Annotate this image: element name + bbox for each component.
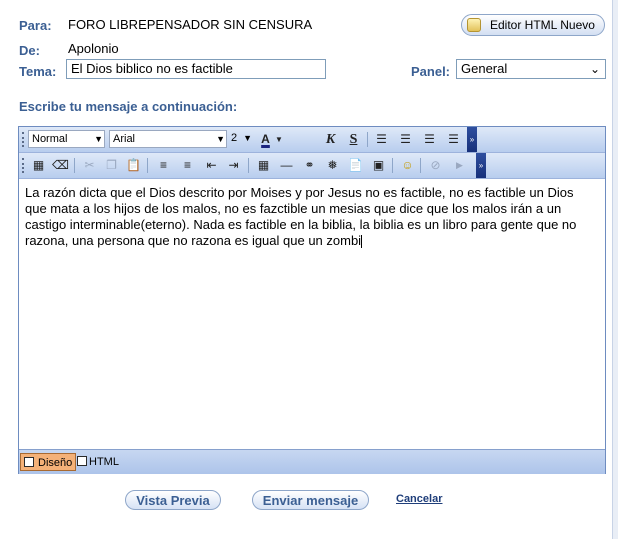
bold-button[interactable]: K [322,131,339,148]
design-mode-icon [24,457,34,467]
unlink-icon[interactable]: ❅ [324,157,341,174]
toolbar-grip[interactable] [22,132,27,147]
html-mode-tab[interactable]: HTML [74,453,122,471]
message-body[interactable]: La razón dicta que el Dios descrito por … [25,185,597,249]
panel-select[interactable]: General ⌄ [456,59,606,79]
align-center-icon[interactable]: ☰ [397,131,414,148]
paste-icon[interactable]: 📋 [125,157,142,174]
toolbar-separator [147,158,148,173]
toolbar-separator [420,158,421,173]
html-mode-icon [77,456,87,466]
design-mode-tab[interactable]: Diseño [20,453,77,471]
send-message-button[interactable]: Enviar mensaje [252,490,369,510]
size-select-value: 2 [231,132,238,144]
underline-button[interactable]: S [345,131,362,148]
design-mode-label: Diseño [38,457,73,469]
toolbar-separator [248,158,249,173]
toolbar-overflow-icon[interactable]: » [476,153,486,178]
text-caret [361,235,363,249]
toolbar-overflow-icon[interactable]: » [467,127,477,152]
align-right-icon[interactable]: ☰ [421,131,438,148]
cut-icon[interactable]: ✂ [81,157,98,174]
align-justify-icon[interactable]: ☰ [445,131,462,148]
bullet-list-icon[interactable]: ≡ [179,157,196,174]
horizontal-rule-icon[interactable]: — [278,157,295,174]
toolbar-row-1: Normal ▼ Arial ▼ 2 ▼ A ▼ K S ☰ ☰ ☰ ☰ » [19,127,605,153]
message-prompt: Escribe tu mensaje a continuación: [19,99,238,114]
copy-icon[interactable]: ❐ [103,157,120,174]
rich-text-editor: Normal ▼ Arial ▼ 2 ▼ A ▼ K S ☰ ☰ ☰ ☰ » ▦… [18,126,606,474]
chevron-down-icon: ▼ [94,134,103,144]
preview-button[interactable]: Vista Previa [125,490,221,510]
table-icon[interactable]: ▦ [255,157,272,174]
subject-input[interactable]: El Dios biblico no es factible [66,59,326,79]
cancel-link[interactable]: Cancelar [396,493,442,505]
outdent-icon[interactable]: ⇤ [203,157,220,174]
editor-html-new-button[interactable]: Editor HTML Nuevo [461,14,605,36]
font-select-value: Arial [113,133,136,145]
document-icon[interactable]: 📄 [347,157,364,174]
toolbar-grip[interactable] [22,158,27,173]
from-value: Apolonio [68,41,119,56]
chevron-down-icon: ▼ [216,134,225,144]
toolbar-separator [367,132,368,147]
image-icon[interactable]: ▣ [370,157,387,174]
format-select[interactable]: Normal ▼ [28,130,105,148]
editor-icon [467,18,481,32]
panel-select-value: General [461,61,508,76]
link-icon[interactable]: ⚭ [301,157,318,174]
indent-icon[interactable]: ⇥ [225,157,242,174]
from-label: De: [19,43,40,58]
eraser-icon[interactable]: ⌫ [52,157,69,174]
html-mode-label: HTML [89,456,119,468]
chevron-down-icon: ▼ [243,133,252,143]
panel-label: Panel: [411,64,451,79]
align-left-icon[interactable]: ☰ [373,131,390,148]
font-select[interactable]: Arial ▼ [109,130,227,148]
message-text: La razón dicta que el Dios descrito por … [25,185,577,248]
toolbar-separator [74,158,75,173]
toolbar-separator [392,158,393,173]
select-all-icon[interactable]: ▦ [30,157,47,174]
window-top-edge [0,0,618,6]
size-select[interactable]: 2 ▼ [228,130,253,148]
numbered-list-icon[interactable]: ≡ [155,157,172,174]
to-label: Para: [19,18,52,33]
toolbar-row-2: ▦ ⌫ ✂ ❐ 📋 ≡ ≡ ⇤ ⇥ ▦ — ⚭ ❅ 📄 ▣ ☺ ⊘ ▶ » [19,153,605,179]
editor-html-new-label: Editor HTML Nuevo [490,18,595,32]
to-value: FORO LIBREPENSADOR SIN CENSURA [68,17,313,32]
chevron-down-icon[interactable]: ▼ [274,131,284,148]
subject-label: Tema: [19,64,57,79]
format-select-value: Normal [32,133,68,145]
chevron-down-icon: ⌄ [589,62,601,76]
font-color-icon[interactable]: A [257,131,274,148]
window-right-edge [612,0,618,539]
smiley-icon[interactable]: ☺ [399,157,416,174]
youtube-icon[interactable]: ▶ [451,157,468,174]
editor-mode-bar: Diseño HTML [19,449,605,474]
spellcheck-icon[interactable]: ⊘ [427,157,444,174]
